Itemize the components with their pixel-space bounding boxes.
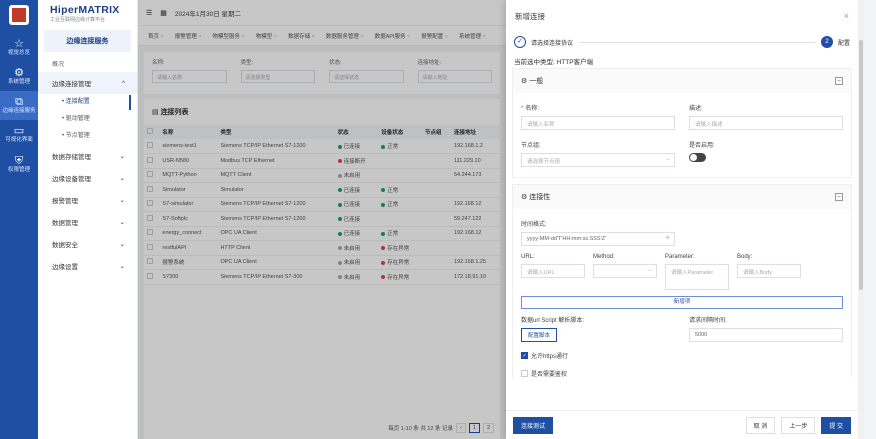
sidebar-item-driver[interactable]: • 驱动管理	[38, 111, 137, 128]
sidebar-item-home[interactable]: 概况	[38, 55, 137, 72]
enable-toggle[interactable]	[689, 153, 706, 162]
connect-icon: ⧉	[15, 96, 23, 109]
drawer-title: 新增连接	[515, 11, 545, 21]
new-connection-drawer: 新增连接 × ✓ 请选择连接协议 2 配置 当前选中类型: HTTP客户端 ⚙ …	[506, 0, 858, 439]
chevron-down-icon: ⌄	[119, 241, 125, 248]
brand: HiperMATRIX 工业互联网边缘计算平台	[38, 0, 137, 27]
auth-checkbox-row[interactable]: 是否需要鉴权	[521, 369, 843, 378]
clear-icon[interactable]: ⊗	[665, 235, 670, 241]
method-select[interactable]: ⌄	[593, 264, 657, 278]
sidebar-group-security[interactable]: 数据安全 ⌄	[38, 233, 137, 255]
body-input[interactable]: 请输入Body	[737, 264, 801, 278]
shield-icon: ⛨	[14, 154, 24, 167]
brand-name: HiperMATRIX	[50, 4, 120, 16]
step-2-number: 2	[820, 36, 833, 48]
drawer-footer: 连接测试 取 消 上一步 提 交	[506, 410, 858, 439]
sidebar-group-device[interactable]: 边缘设备管理 ⌄	[38, 167, 137, 189]
brand-subtitle: 工业互联网边缘计算平台	[50, 17, 106, 23]
collapse-icon[interactable]: –	[835, 77, 843, 85]
sidebar-title: 边缘连接服务	[44, 30, 131, 52]
add-item-button[interactable]: 新增项	[521, 296, 843, 309]
sidebar: HiperMATRIX 工业互联网边缘计算平台 边缘连接服务 概况 边缘连接管理…	[38, 0, 138, 439]
screen-icon: ▭	[13, 125, 25, 138]
gear-icon: ⚙	[521, 78, 530, 85]
drawer-scrollbar[interactable]	[858, 0, 864, 439]
chevron-down-icon: ⌄	[119, 175, 125, 182]
gear-icon: ⚙	[521, 194, 530, 201]
configure-script-button[interactable]: 配置脚本	[521, 328, 558, 342]
sidebar-item-connect-config[interactable]: • 连接配置	[38, 94, 137, 111]
previous-step-button[interactable]: 上一步	[781, 416, 816, 434]
name-input[interactable]: 请输入名称	[521, 116, 675, 130]
scrollbar-thumb[interactable]	[859, 40, 863, 290]
description-input[interactable]: 请输入描述	[689, 116, 843, 130]
cancel-button[interactable]: 取 消	[745, 416, 776, 434]
drawer-header: 新增连接 ×	[506, 0, 858, 32]
gear-icon: ⚙	[14, 67, 24, 80]
step-divider	[579, 41, 815, 43]
sidebar-group-storage[interactable]: 数据存储管理 ⌄	[38, 145, 137, 167]
chevron-up-icon: ^	[121, 79, 125, 87]
close-icon[interactable]: ×	[844, 11, 849, 21]
nav-rail: ☆ 视觉总览 ⚙ 系统管理 ⧉ 边缘连接服务 ▭ 可视化界面 ⛨ 权限管理	[0, 0, 38, 439]
general-section: ⚙ 一般 – * 名称: 请输入名称 描述: 请输入描述 节点组: 请选择节点组 ⌄ 是否…	[512, 68, 852, 178]
sidebar-group-alarm[interactable]: 报警管理 ⌄	[38, 189, 137, 211]
chevron-down-icon: ⌄	[119, 153, 125, 160]
modal-overlay[interactable]	[138, 0, 506, 439]
request-interval-input[interactable]: 5000	[689, 328, 843, 342]
step-1-label: 请选择连接协议	[531, 40, 574, 47]
rail-item-visual[interactable]: ▭ 可视化界面	[0, 120, 38, 149]
sidebar-item-node[interactable]: • 节点管理	[38, 128, 137, 145]
sidebar-group-connect[interactable]: 边缘连接管理 ^	[38, 72, 137, 94]
test-connection-button[interactable]: 连接测试	[513, 416, 554, 434]
chevron-down-icon: ⌄	[665, 156, 670, 162]
https-checkbox-row[interactable]: ✓ 允许https通行	[521, 351, 843, 360]
rail-item-edge-connect[interactable]: ⧉ 边缘连接服务	[0, 91, 38, 121]
current-type: 当前选中类型: HTTP客户端	[514, 59, 594, 66]
connectivity-section-header[interactable]: ⚙ 连接性 –	[513, 185, 851, 209]
app-logo	[9, 5, 29, 25]
sidebar-group-settings[interactable]: 边缘设置 ⌄	[38, 255, 137, 277]
star-icon: ☆	[14, 38, 24, 50]
rail-item-permission[interactable]: ⛨ 权限管理	[0, 150, 38, 179]
chevron-down-icon: ⌄	[647, 267, 652, 273]
sidebar-group-data[interactable]: 数据管理 ⌄	[38, 211, 137, 233]
collapse-icon[interactable]: –	[835, 193, 843, 201]
time-format-input[interactable]: yyyy-MM-dd'T'HH:mm:ss.SSS'Z' ⊗	[521, 232, 675, 246]
stepper: ✓ 请选择连接协议 2 配置	[506, 32, 858, 52]
chevron-down-icon: ⌄	[119, 197, 125, 204]
auth-checkbox[interactable]	[521, 370, 528, 377]
chevron-down-icon: ⌄	[119, 263, 125, 270]
url-input[interactable]: 请输入URL	[521, 264, 585, 278]
rail-item-overview[interactable]: ☆ 视觉总览	[0, 33, 38, 62]
node-group-select[interactable]: 请选择节点组 ⌄	[521, 153, 675, 167]
step-2-label: 配置	[837, 40, 850, 47]
rail-item-system[interactable]: ⚙ 系统管理	[0, 62, 38, 91]
general-section-header[interactable]: ⚙ 一般 –	[513, 69, 851, 93]
chevron-down-icon: ⌄	[119, 219, 125, 226]
step-1-check-icon: ✓	[514, 36, 526, 48]
connectivity-section: ⚙ 连接性 – 时间格式: yyyy-MM-dd'T'HH:mm:ss.SSS'Z…	[512, 184, 852, 378]
https-checkbox[interactable]: ✓	[521, 352, 528, 359]
parameter-textarea[interactable]: 请输入Parameter	[665, 264, 729, 290]
submit-button[interactable]: 提 交	[821, 416, 851, 434]
